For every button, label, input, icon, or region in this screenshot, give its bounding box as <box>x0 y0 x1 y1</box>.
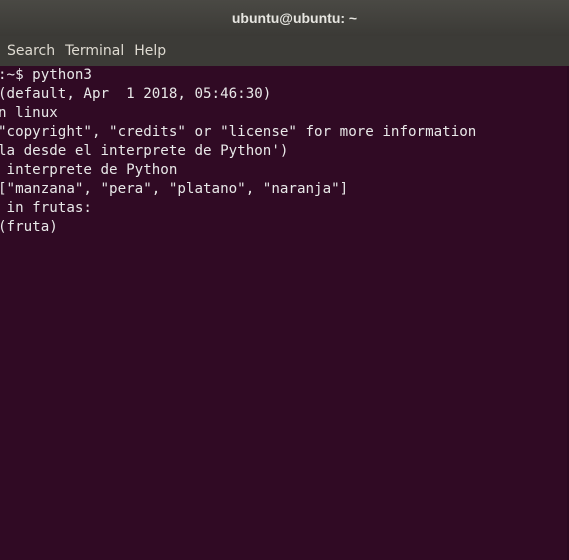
title-bar[interactable]: ubuntu@ubuntu: ~ <box>0 0 569 36</box>
terminal-line: n linux <box>0 105 58 121</box>
menu-item-search[interactable]: Search <box>4 43 58 59</box>
terminal-line-prompt: :~$ python3 <box>0 67 92 83</box>
window-title: ubuntu@ubuntu: ~ <box>231 10 358 26</box>
menu-item-help[interactable]: Help <box>131 43 169 59</box>
terminal-line: la desde el interprete de Python') <box>0 143 289 159</box>
terminal-line: (default, Apr 1 2018, 05:46:30) <box>0 86 272 102</box>
terminal-line: ["manzana", "pera", "platano", "naranja"… <box>0 181 349 197</box>
menu-item-terminal[interactable]: Terminal <box>62 43 127 59</box>
terminal-line: interprete de Python <box>0 162 178 178</box>
terminal-line: "copyright", "credits" or "license" for … <box>0 124 477 140</box>
terminal-line: (fruta) <box>0 219 58 235</box>
terminal-output[interactable]: :~$ python3 (default, Apr 1 2018, 05:46:… <box>0 66 569 560</box>
terminal-line: in frutas: <box>0 200 92 216</box>
menu-bar: Search Terminal Help <box>0 36 569 66</box>
terminal-window: ubuntu@ubuntu: ~ Search Terminal Help :~… <box>0 0 569 560</box>
